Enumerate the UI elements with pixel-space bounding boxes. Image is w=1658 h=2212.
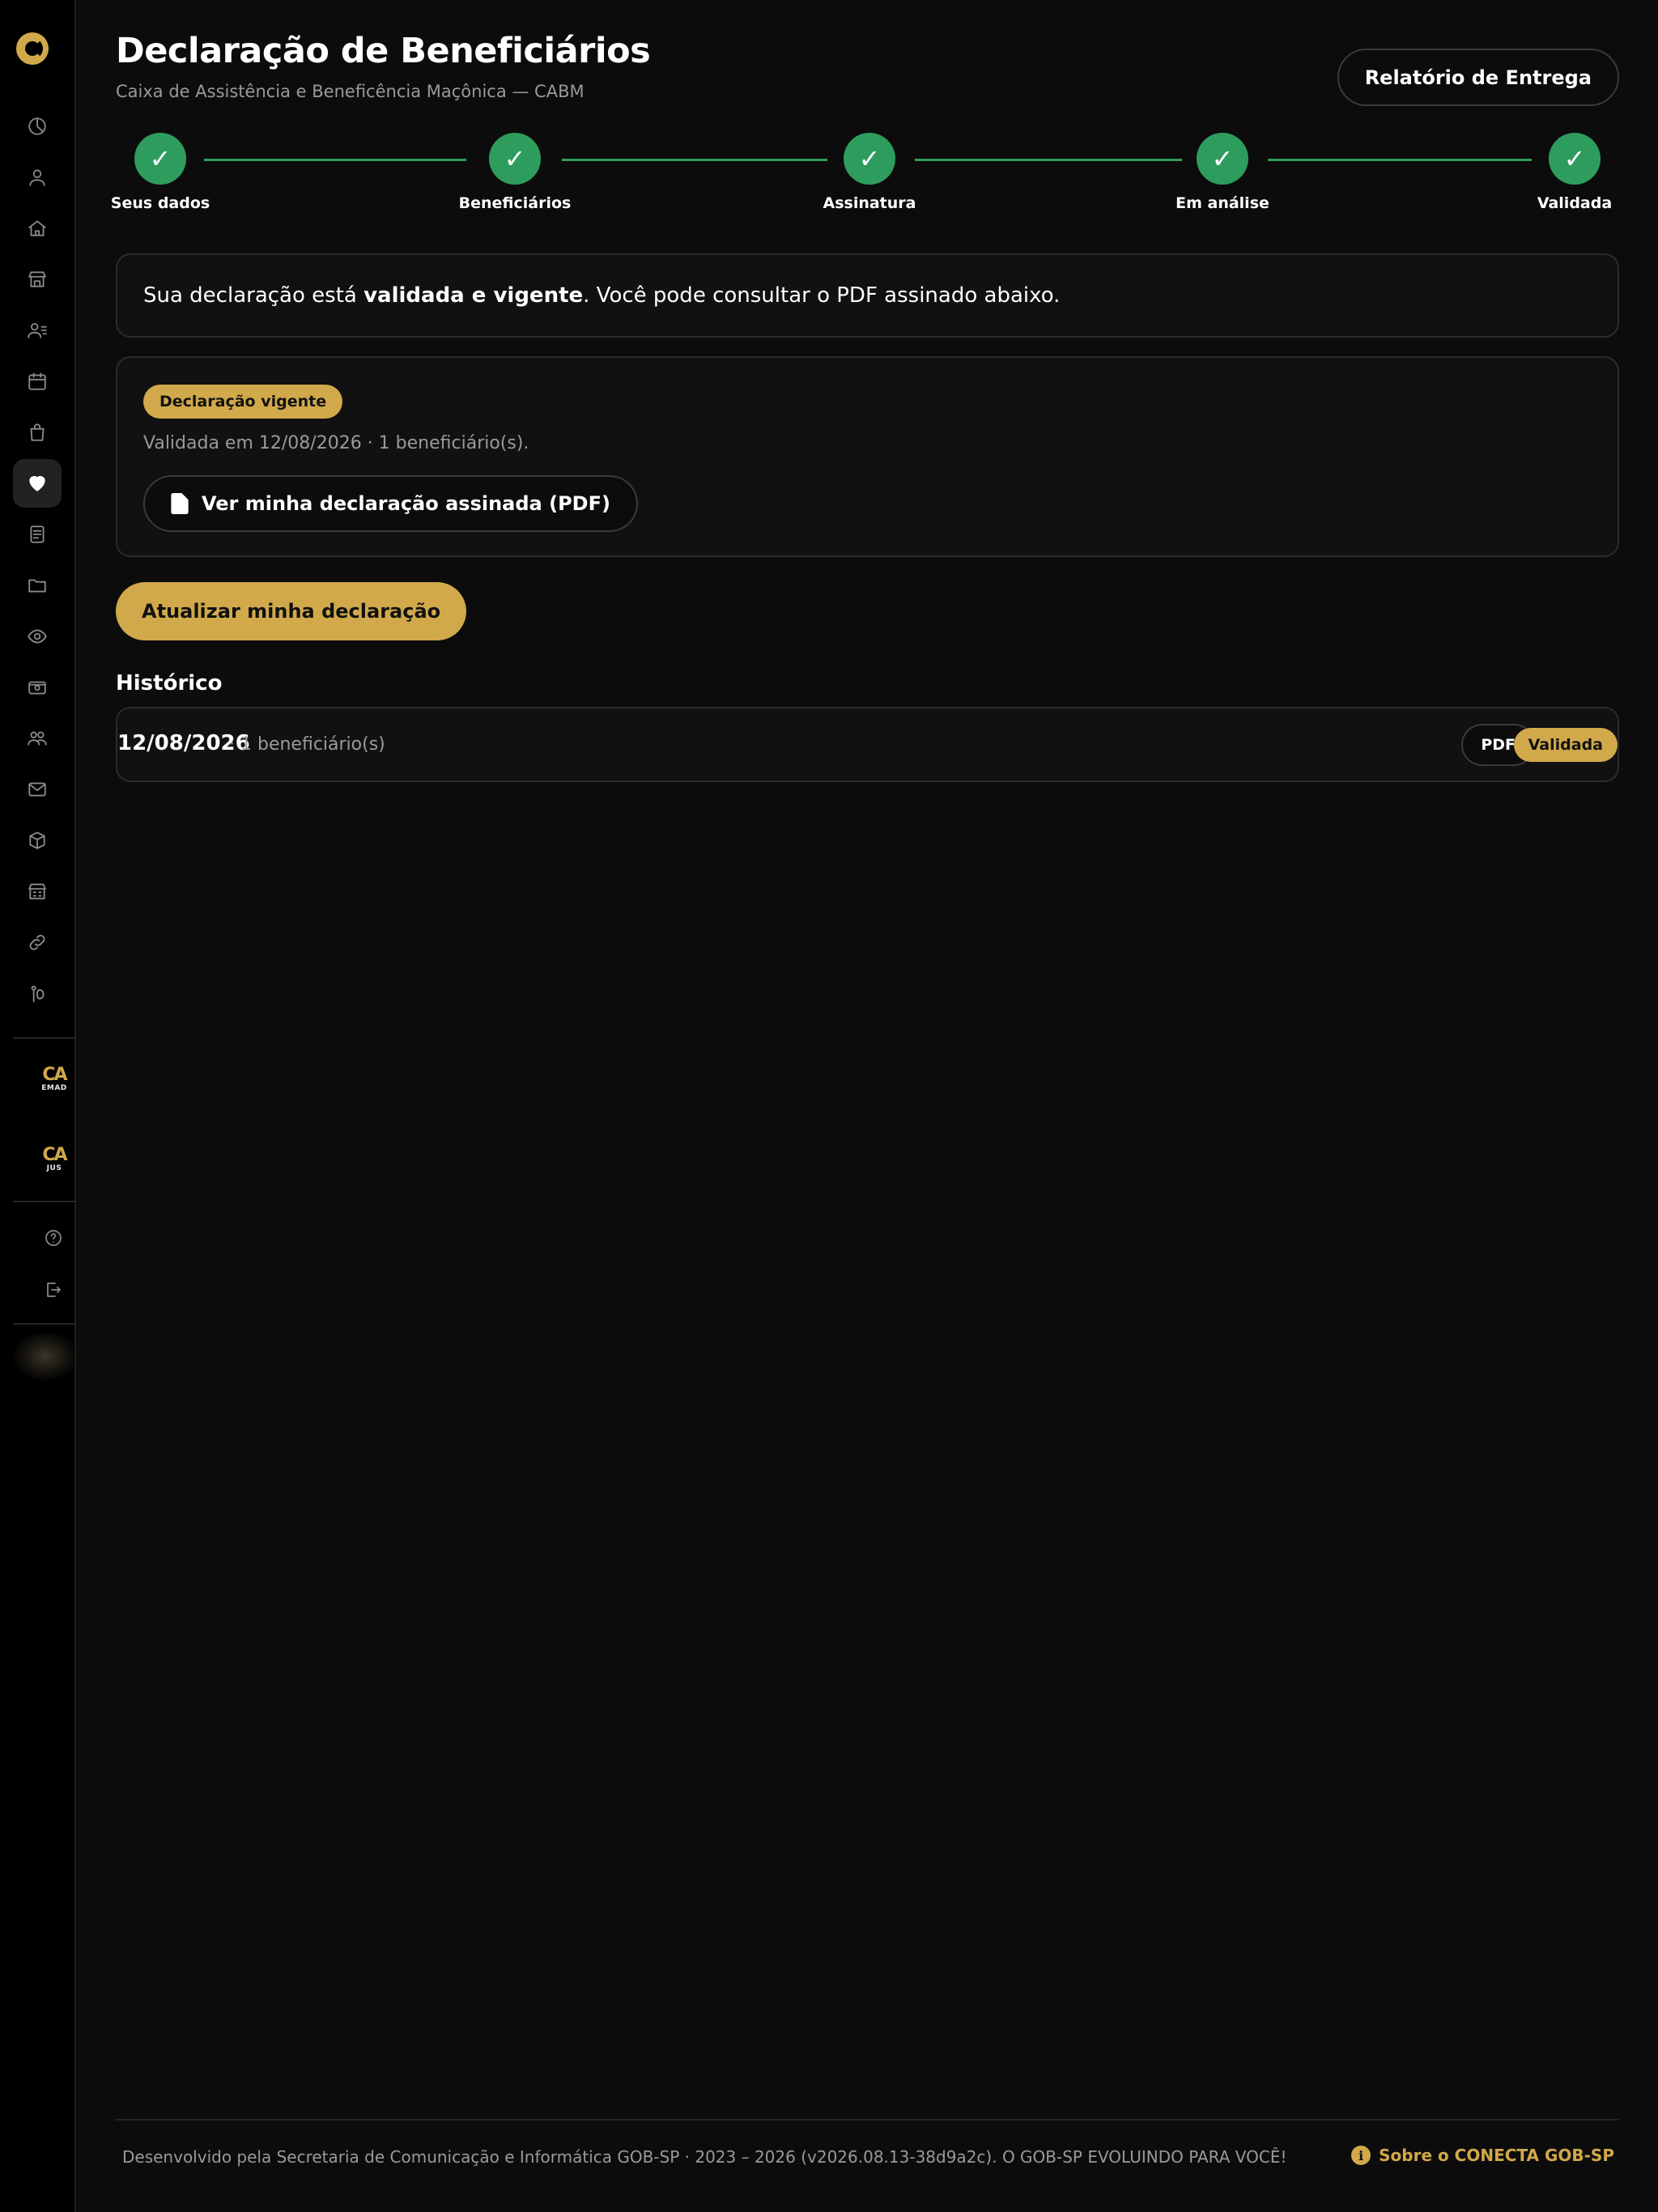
box-icon[interactable] (13, 816, 62, 865)
check-icon: ✓ (134, 133, 186, 185)
view-signed-pdf-label: Ver minha declaração assinada (PDF) (202, 492, 610, 515)
sidebar-divider (13, 1323, 76, 1325)
history-row: 12/08/2026 · 1 beneficiário(s) PDF Valid… (116, 707, 1619, 782)
brand-sub: EMAD (41, 1084, 67, 1092)
mail-icon[interactable] (13, 765, 62, 814)
step-connector (1268, 159, 1532, 161)
brand-jus[interactable]: CA JUS (40, 1146, 68, 1172)
store-icon[interactable] (13, 255, 62, 304)
sidebar-divider (13, 1201, 76, 1202)
history-count: · 1 beneficiário(s) (229, 734, 385, 755)
app-logo[interactable] (16, 32, 49, 65)
history-title: Histórico (116, 671, 223, 696)
status-message: Sua declaração está validada e vigente. … (116, 253, 1619, 338)
status-badge: Declaração vigente (143, 385, 343, 419)
progress-stepper: ✓ Seus dados ✓ Beneficiários ✓ Assinatur… (111, 133, 1619, 222)
check-icon: ✓ (489, 133, 541, 185)
heart-icon[interactable] (13, 459, 62, 508)
link-icon[interactable] (13, 918, 62, 967)
brand-sub: JUS (46, 1164, 62, 1172)
footer-divider (116, 2119, 1619, 2121)
check-icon: ✓ (1197, 133, 1248, 185)
folder-icon[interactable] (13, 561, 62, 610)
step-seus-dados: ✓ Seus dados (96, 133, 225, 212)
user-icon[interactable] (13, 153, 62, 202)
brand-mark: CA (42, 1065, 67, 1085)
brand-emad[interactable]: CA EMAD (40, 1066, 68, 1092)
check-icon: ✓ (844, 133, 895, 185)
step-validada: ✓ Validada (1510, 133, 1639, 212)
contact-icon[interactable] (13, 969, 62, 1018)
step-connector (915, 159, 1182, 161)
home-icon[interactable] (13, 204, 62, 253)
logout-icon[interactable] (42, 1278, 65, 1301)
page-subtitle: Caixa de Assistência e Beneficência Maçô… (116, 82, 585, 101)
delivery-report-button[interactable]: Relatório de Entrega (1337, 49, 1619, 106)
members-icon[interactable] (13, 306, 62, 355)
money-icon[interactable] (13, 663, 62, 712)
footer-credits: Desenvolvido pela Secretaria de Comunica… (122, 2147, 1287, 2167)
step-label: Beneficiários (458, 194, 572, 212)
brand-mark: CA (42, 1145, 67, 1165)
step-label: Seus dados (110, 194, 210, 212)
eye-icon[interactable] (13, 612, 62, 661)
step-connector (562, 159, 827, 161)
current-declaration-card: Declaração vigente Validada em 12/08/202… (116, 356, 1619, 557)
info-icon: i (1351, 2146, 1371, 2165)
step-label: Validada (1537, 194, 1613, 212)
about-link[interactable]: i Sobre o CONECTA GOB-SP (1351, 2146, 1614, 2165)
avatar[interactable] (13, 1332, 78, 1380)
step-assinatura: ✓ Assinatura (805, 133, 934, 212)
step-connector (204, 159, 466, 161)
sidebar: CA EMAD CA JUS (0, 0, 78, 2212)
step-label: Em análise (1175, 194, 1269, 212)
status-message-emphasis: validada e vigente (363, 283, 584, 308)
bag-icon[interactable] (13, 408, 62, 457)
help-icon[interactable] (42, 1227, 65, 1249)
update-declaration-button[interactable]: Atualizar minha declaração (116, 582, 467, 640)
view-signed-pdf-button[interactable]: Ver minha declaração assinada (PDF) (143, 475, 638, 532)
status-message-prefix: Sua declaração está (143, 283, 364, 308)
history-status-badge: Validada (1513, 728, 1618, 762)
step-label: Assinatura (823, 194, 916, 212)
about-link-label: Sobre o CONECTA GOB-SP (1379, 2146, 1614, 2165)
step-em-analise: ✓ Em análise (1158, 133, 1287, 212)
validation-meta: Validada em 12/08/2026 · 1 beneficiário(… (143, 433, 529, 453)
page-title: Declaração de Beneficiários (116, 31, 651, 71)
calendar-icon[interactable] (13, 357, 62, 406)
file-icon (171, 493, 189, 514)
status-message-suffix: . Você pode consultar o PDF assinado aba… (583, 283, 1061, 308)
step-beneficiarios: ✓ Beneficiários (450, 133, 580, 212)
document-icon[interactable] (13, 510, 62, 559)
sidebar-divider (13, 1037, 76, 1039)
building-icon[interactable] (13, 867, 62, 916)
dashboard-icon[interactable] (13, 102, 62, 151)
group-icon[interactable] (13, 714, 62, 763)
check-icon: ✓ (1549, 133, 1601, 185)
